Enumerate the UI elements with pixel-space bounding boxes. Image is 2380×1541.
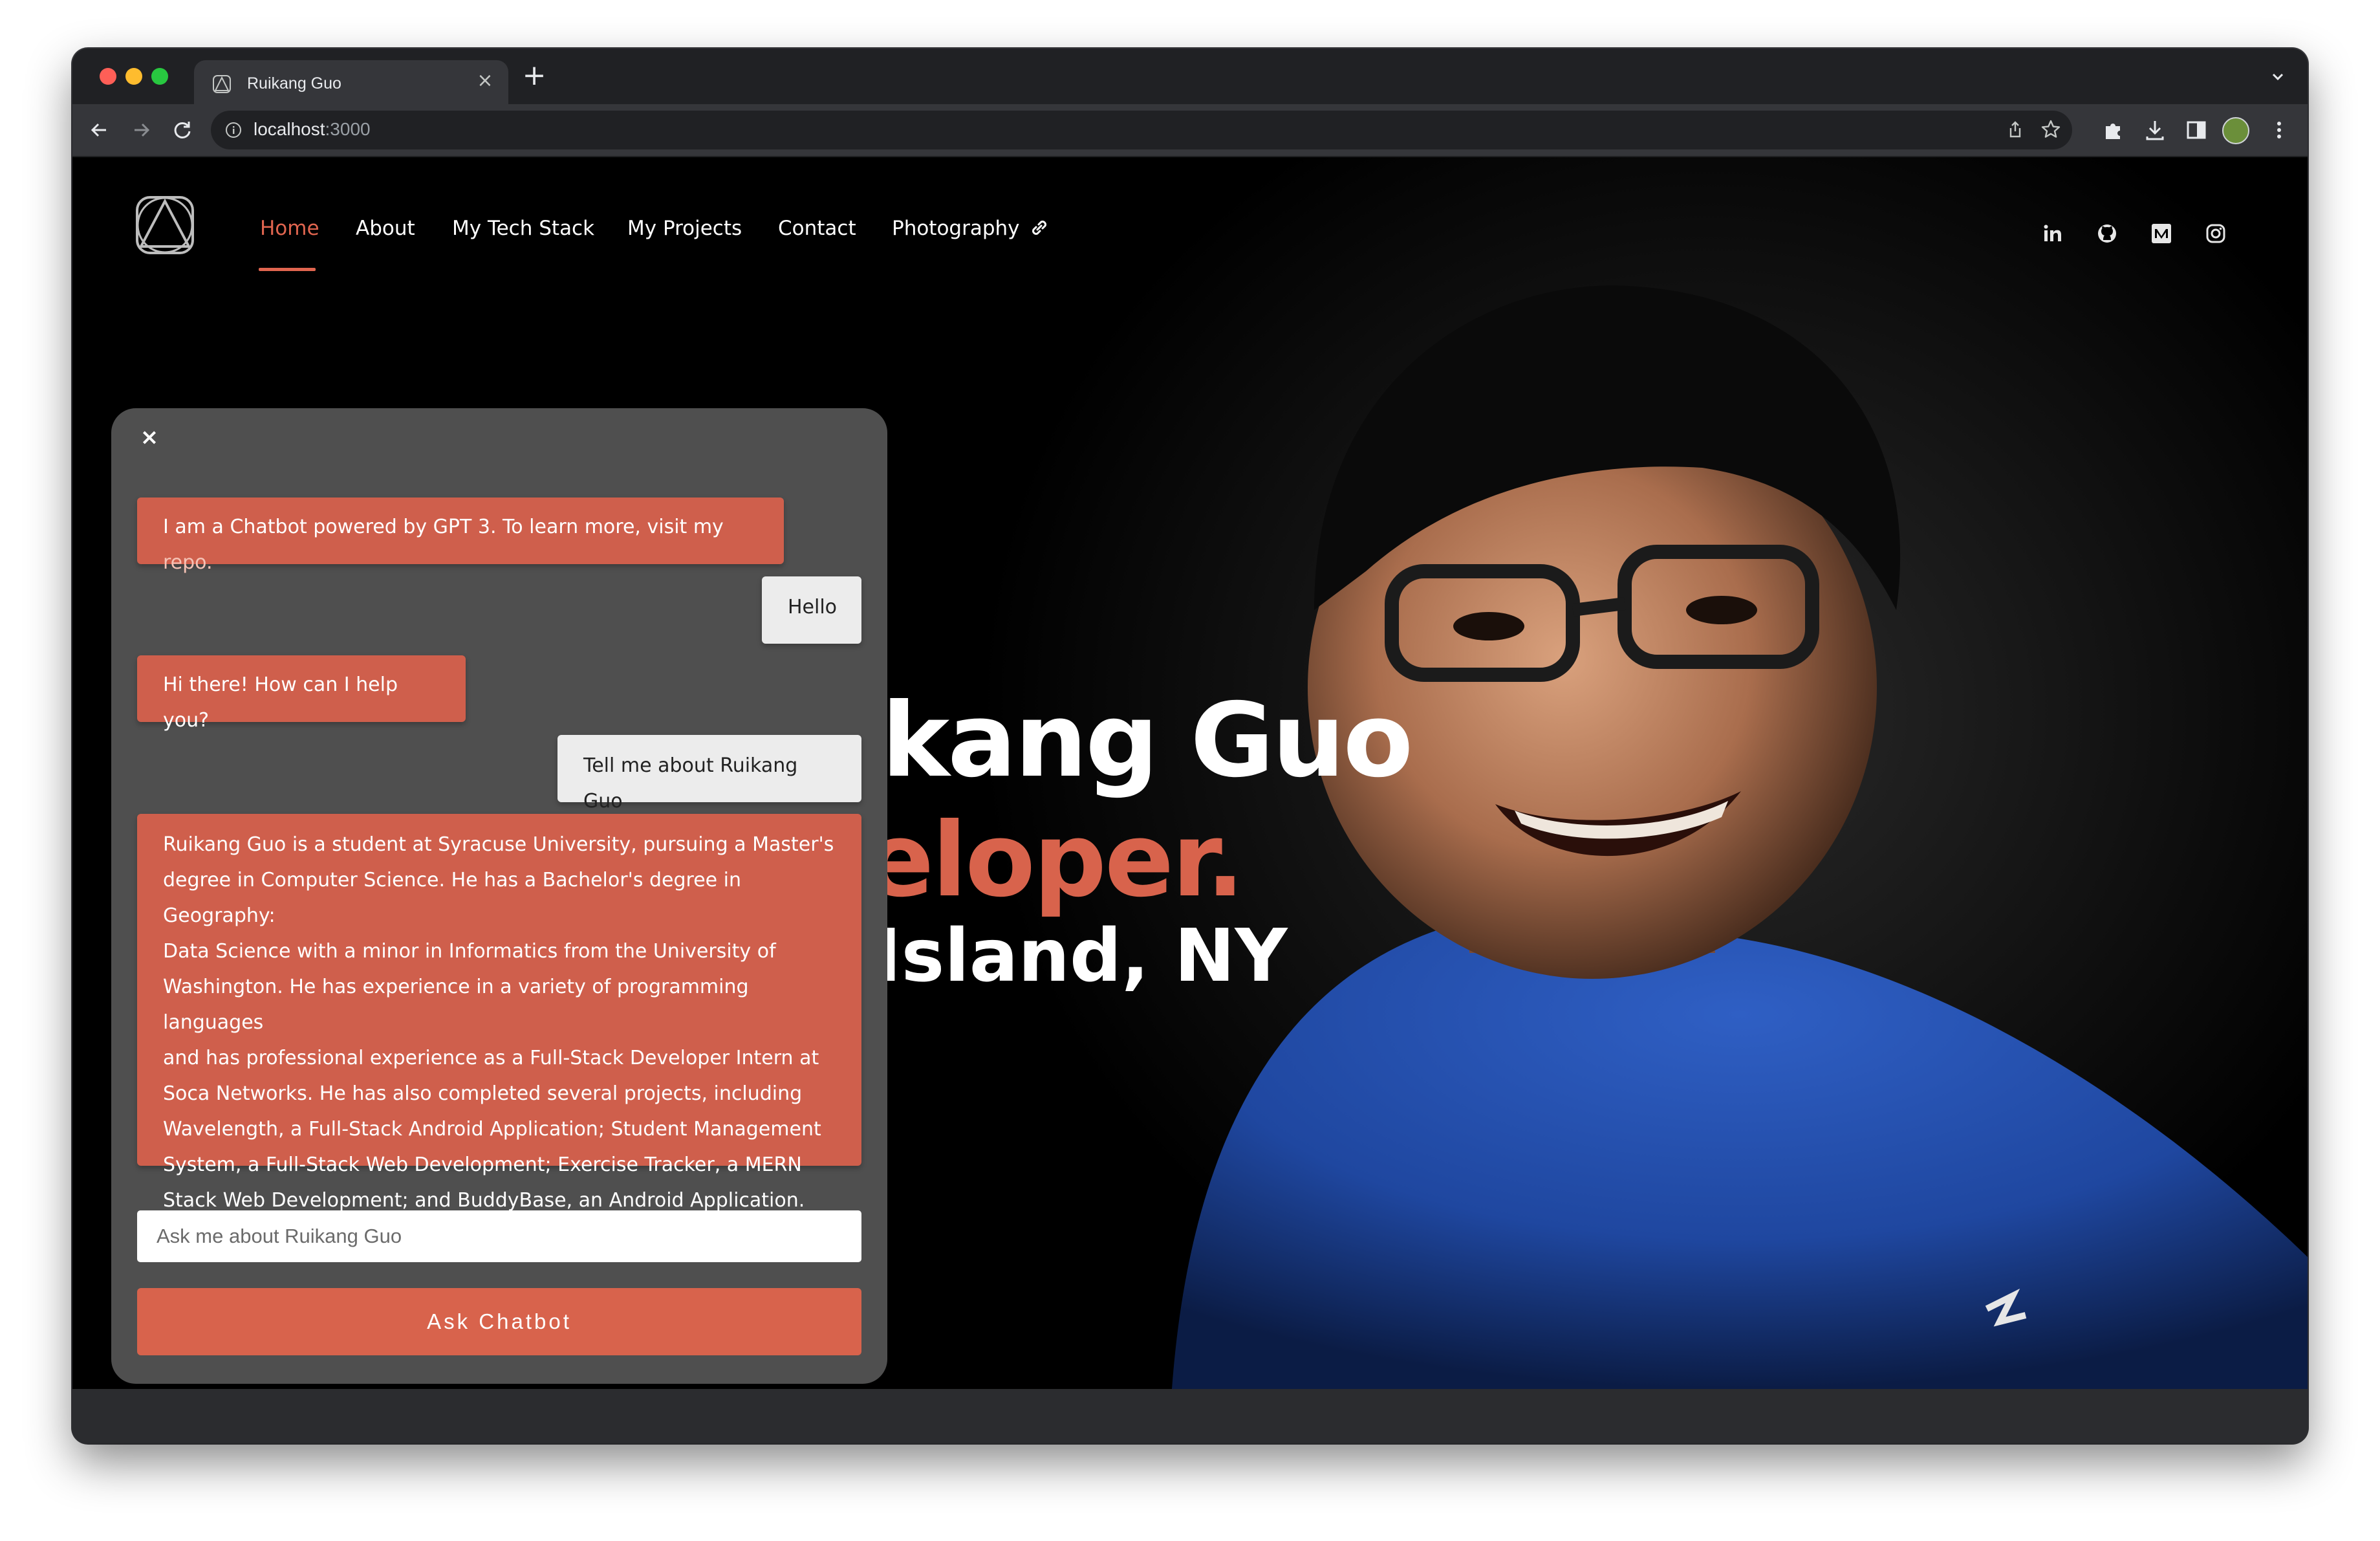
chat-close-icon[interactable]: ×	[138, 426, 160, 448]
bookmark-star-icon[interactable]	[2040, 118, 2062, 140]
external-link-icon	[1032, 221, 1047, 235]
bot-answer-line: System, a Full-Stack Web Development; Ex…	[163, 1153, 802, 1176]
bot-answer-line: degree in Computer Science. He has a Bac…	[163, 869, 742, 927]
chatbot-panel: × I am a Chatbot powered by GPT 3. To le…	[111, 408, 887, 1384]
reload-icon[interactable]	[169, 117, 195, 143]
instagram-icon[interactable]	[2204, 222, 2227, 245]
tab-close-icon[interactable]: ×	[473, 69, 497, 93]
page-viewport: Home About My Tech Stack My Projects Con…	[72, 157, 2308, 1389]
bot-message: Ruikang Guo is a student at Syracuse Uni…	[137, 814, 861, 1212]
nav-active-indicator	[259, 268, 316, 271]
bot-message: Hi there! How can I help you?	[137, 655, 466, 732]
site-info-icon[interactable]	[224, 120, 243, 140]
url-port: :3000	[325, 119, 371, 139]
nav-item-photography-label: Photography	[892, 217, 1020, 240]
medium-icon[interactable]	[2150, 222, 2173, 245]
bot-message: I am a Chatbot powered by GPT 3. To lear…	[137, 497, 784, 574]
tab-title: Ruikang Guo	[247, 74, 341, 93]
tab-search-chevron-icon[interactable]	[2266, 65, 2289, 89]
user-message: Hello	[762, 576, 861, 644]
side-panel-icon[interactable]	[2183, 117, 2209, 143]
close-window-button[interactable]	[100, 68, 116, 85]
download-icon[interactable]	[2142, 117, 2168, 143]
linkedin-icon[interactable]	[2041, 222, 2064, 245]
profile-avatar[interactable]	[2222, 117, 2249, 144]
nav-item-photography[interactable]: Photography	[892, 217, 1050, 240]
nav-item-contact[interactable]: Contact	[778, 217, 856, 240]
bot-intro-end: .	[206, 551, 213, 574]
bot-answer-line: and has professional experience as a Ful…	[163, 1047, 819, 1069]
url-host: localhost	[254, 119, 325, 139]
bot-answer-line: Ruikang Guo is a student at Syracuse Uni…	[163, 833, 834, 856]
maximize-window-button[interactable]	[151, 68, 168, 85]
bot-intro-text: I am a Chatbot powered by GPT 3. To lear…	[163, 516, 724, 538]
hero-location: Island, NY	[874, 914, 1288, 998]
share-icon[interactable]	[2005, 120, 2026, 140]
tab-bar: Ruikang Guo × +	[72, 49, 2308, 104]
site-nav: Home About My Tech Stack My Projects Con…	[72, 157, 2308, 287]
window-bottom-bar	[72, 1389, 2308, 1443]
browser-tab[interactable]: Ruikang Guo ×	[194, 60, 508, 104]
extensions-puzzle-icon[interactable]	[2101, 117, 2126, 143]
github-icon[interactable]	[2095, 222, 2119, 245]
bot-answer-line: Soca Networks. He has also completed sev…	[163, 1082, 803, 1105]
more-menu-icon[interactable]	[2266, 117, 2292, 143]
url-text: localhost:3000	[254, 119, 371, 140]
address-bar[interactable]: localhost:3000	[211, 111, 2072, 149]
chat-input[interactable]	[137, 1210, 861, 1262]
nav-item-about[interactable]: About	[356, 217, 415, 240]
new-tab-button[interactable]: +	[520, 61, 548, 91]
nav-item-tech-stack[interactable]: My Tech Stack	[452, 217, 594, 240]
nav-item-home[interactable]: Home	[260, 217, 319, 240]
user-message: Tell me about Ruikang Guo	[557, 735, 861, 813]
bot-answer-line: Data Science with a minor in Informatics…	[163, 940, 776, 963]
site-logo-icon[interactable]	[135, 195, 195, 256]
browser-window: Ruikang Guo × + localhost:3000 Home Abou…	[72, 49, 2308, 1443]
repo-link[interactable]: repo	[163, 551, 206, 574]
minimize-window-button[interactable]	[125, 68, 142, 85]
back-icon[interactable]	[87, 117, 113, 143]
bot-answer-line: Wavelength, a Full-Stack Android Applica…	[163, 1118, 821, 1141]
browser-toolbar: localhost:3000	[72, 104, 2308, 157]
forward-icon[interactable]	[128, 117, 154, 143]
hero-role: eloper.	[865, 801, 1245, 920]
bot-answer-line: Washington. He has experience in a varie…	[163, 976, 749, 1034]
nav-item-projects[interactable]: My Projects	[627, 217, 742, 240]
ask-chatbot-button[interactable]: Ask Chatbot	[137, 1288, 861, 1355]
hero-name: ikang Guo	[849, 681, 1413, 800]
site-logo-icon	[213, 75, 231, 93]
